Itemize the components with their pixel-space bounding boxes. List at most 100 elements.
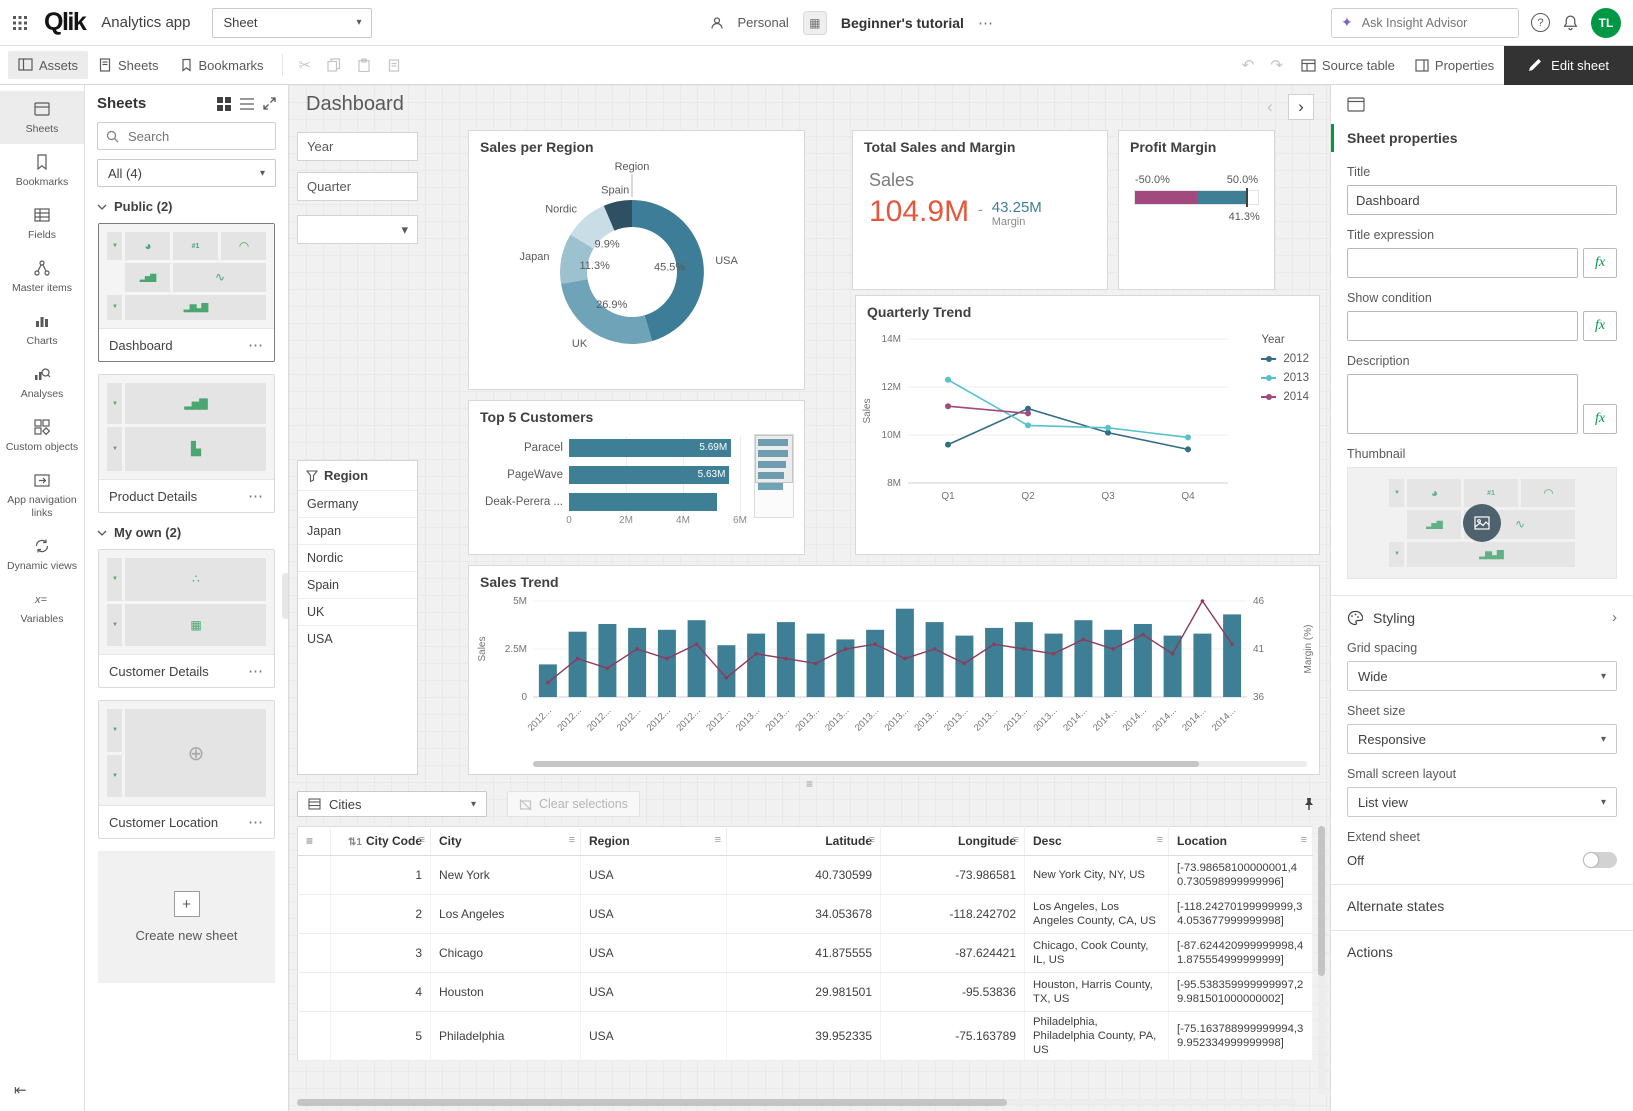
data-point[interactable]: [1185, 434, 1191, 440]
table-cell[interactable]: -118.242702: [881, 895, 1025, 934]
column-header-latitude[interactable]: Latitude≡: [727, 827, 881, 856]
table-cell[interactable]: -87.624421: [881, 934, 1025, 973]
legend-item[interactable]: 2013: [1261, 372, 1309, 384]
data-point[interactable]: [1185, 446, 1191, 452]
table-cell[interactable]: [-73.98658100000001,40.730598999999996]: [1169, 856, 1313, 895]
bar[interactable]: 5.69M: [569, 439, 731, 457]
column-header-city[interactable]: City≡: [431, 827, 581, 856]
trend-bar[interactable]: [688, 620, 706, 697]
data-point[interactable]: [945, 442, 951, 448]
table-cell[interactable]: -95.53836: [881, 973, 1025, 1012]
table-cell[interactable]: Chicago, Cook County, IL, US: [1025, 934, 1169, 973]
sheet-filter-select[interactable]: All (4) ▾: [97, 159, 276, 187]
legend-item[interactable]: 2014: [1261, 391, 1309, 403]
thumbnail-preview[interactable]: ▼◕#1◠ ▂▅▇∿ ▼▂▆▃▇: [1347, 467, 1617, 579]
table-cell[interactable]: -73.986581: [881, 856, 1025, 895]
rail-item-fields[interactable]: Fields: [0, 197, 84, 250]
bookmarks-button[interactable]: Bookmarks: [169, 51, 274, 79]
table-cell[interactable]: USA: [581, 856, 727, 895]
table-row[interactable]: 3ChicagoUSA41.875555-87.624421Chicago, C…: [298, 934, 1313, 973]
styling-section[interactable]: Styling ›: [1347, 596, 1617, 628]
table-cell[interactable]: -75.163789: [881, 1012, 1025, 1061]
edit-sheet-button[interactable]: Edit sheet: [1504, 46, 1633, 85]
collapse-rail-icon[interactable]: ⇤: [14, 1081, 27, 1099]
trend-bar[interactable]: [1045, 634, 1063, 697]
clipboard-icon[interactable]: [379, 58, 409, 72]
bar-row[interactable]: PageWave5.63M: [479, 461, 794, 488]
trend-bar[interactable]: [1164, 636, 1182, 697]
chart-sales-per-region[interactable]: Sales per Region USA45.5%UK26.9%Japan11.…: [468, 130, 805, 390]
trend-bar[interactable]: [866, 630, 884, 697]
table-cell[interactable]: Los Angeles: [431, 895, 581, 934]
trend-line-2012[interactable]: [948, 409, 1188, 450]
region-list-item[interactable]: USA: [298, 625, 417, 652]
trend-bar[interactable]: [955, 636, 973, 697]
column-header-desc[interactable]: Desc≡: [1025, 827, 1169, 856]
trend-bar[interactable]: [747, 634, 765, 697]
table-cell[interactable]: Houston, Harris County, TX, US: [1025, 973, 1169, 1012]
cut-icon[interactable]: ✂: [291, 56, 320, 74]
table-cell[interactable]: USA: [581, 934, 727, 973]
table-cell[interactable]: New York City, NY, US: [1025, 856, 1169, 895]
trend-line-2014[interactable]: [948, 406, 1028, 413]
trend-bar[interactable]: [1193, 634, 1211, 697]
region-listbox[interactable]: Region GermanyJapanNordicSpainUKUSA: [297, 460, 418, 775]
trend-bar[interactable]: [896, 609, 914, 697]
trend-bar[interactable]: [658, 630, 676, 697]
dimension-dropdown[interactable]: ▾: [297, 215, 418, 244]
sheets-button[interactable]: Sheets: [88, 51, 168, 79]
trend-bar[interactable]: [1104, 630, 1122, 697]
sheet-size-select[interactable]: Responsive ▾: [1347, 724, 1617, 754]
donut-chart[interactable]: USA45.5%UK26.9%Japan11.3%Nordic9.9%Spain…: [469, 158, 804, 386]
table-cell[interactable]: 40.730599: [727, 856, 881, 895]
table-cell[interactable]: USA: [581, 1012, 727, 1061]
rail-item-sheets[interactable]: Sheets: [0, 91, 84, 144]
trend-bar[interactable]: [1074, 620, 1092, 697]
bar-row[interactable]: Paracel5.69M: [479, 434, 794, 461]
trend-bar[interactable]: [807, 634, 825, 697]
table-row[interactable]: 4HoustonUSA29.981501-95.53836Houston, Ha…: [298, 973, 1313, 1012]
pin-icon[interactable]: [1302, 797, 1316, 811]
trend-bar[interactable]: [539, 664, 557, 697]
insight-advisor-input[interactable]: [1360, 15, 1509, 31]
paste-icon[interactable]: [349, 58, 379, 72]
help-icon[interactable]: ?: [1531, 13, 1550, 32]
rail-item-dynamic-views[interactable]: Dynamic views: [0, 528, 84, 581]
region-list-item[interactable]: UK: [298, 598, 417, 625]
chart-profit-margin[interactable]: Profit Margin -50.0% 50.0% 41.3%: [1118, 130, 1275, 290]
trend-bar[interactable]: [926, 622, 944, 697]
chart-horizontal-scrollbar[interactable]: [533, 761, 1307, 767]
chart-top-5-customers[interactable]: Top 5 Customers Paracel5.69MPageWave5.63…: [468, 400, 805, 555]
bar[interactable]: [569, 493, 717, 511]
region-listbox-header[interactable]: Region: [298, 461, 417, 490]
change-thumbnail-button[interactable]: [1463, 504, 1501, 542]
data-point[interactable]: [945, 377, 951, 383]
undo-icon[interactable]: ↶: [1234, 56, 1263, 74]
table-cell[interactable]: USA: [581, 895, 727, 934]
app-launcher-icon[interactable]: [12, 15, 28, 31]
data-table[interactable]: ≡⇅1City Code≡City≡Region≡Latitude≡Longit…: [297, 826, 1313, 1061]
sheet-card-product-details[interactable]: ▼▂▅▇ ▼▙ Product Details ⋯: [98, 374, 275, 513]
rail-item-master-items[interactable]: Master items: [0, 250, 84, 303]
expand-panel-icon[interactable]: [263, 97, 276, 110]
table-cell[interactable]: [-95.538359999999997,29.981501000000002]: [1169, 973, 1313, 1012]
alternate-states-section[interactable]: Alternate states: [1347, 885, 1617, 914]
trend-bar[interactable]: [1223, 614, 1241, 697]
sheet-card-customer-details[interactable]: ▼∴ ▼▦ Customer Details ⋯: [98, 549, 275, 688]
sheet-card-dashboard[interactable]: ▼◕#1◠ ▂▅▇∿ ▼▂▆▃▇ Dashboard ⋯: [98, 223, 275, 362]
data-point[interactable]: [1025, 410, 1031, 416]
table-row[interactable]: 5PhiladelphiaUSA39.952335-75.163789Phila…: [298, 1012, 1313, 1061]
trend-bar[interactable]: [598, 624, 616, 697]
sheet-view-select[interactable]: Sheet ▾: [212, 8, 372, 38]
extend-sheet-toggle[interactable]: [1583, 852, 1617, 868]
table-cell[interactable]: Los Angeles, Los Angeles County, CA, US: [1025, 895, 1169, 934]
card-more-icon[interactable]: ⋯: [248, 487, 264, 505]
panel-resize-handle[interactable]: [282, 573, 288, 619]
table-cell[interactable]: 1: [331, 856, 431, 895]
fx-button[interactable]: fx: [1583, 311, 1617, 341]
create-new-sheet-button[interactable]: + Create new sheet: [98, 851, 275, 983]
table-cell[interactable]: 2: [331, 895, 431, 934]
trend-bar[interactable]: [985, 628, 1003, 697]
table-cell[interactable]: Philadelphia, Philadelphia County, PA, U…: [1025, 1012, 1169, 1061]
table-cell[interactable]: 34.053678: [727, 895, 881, 934]
